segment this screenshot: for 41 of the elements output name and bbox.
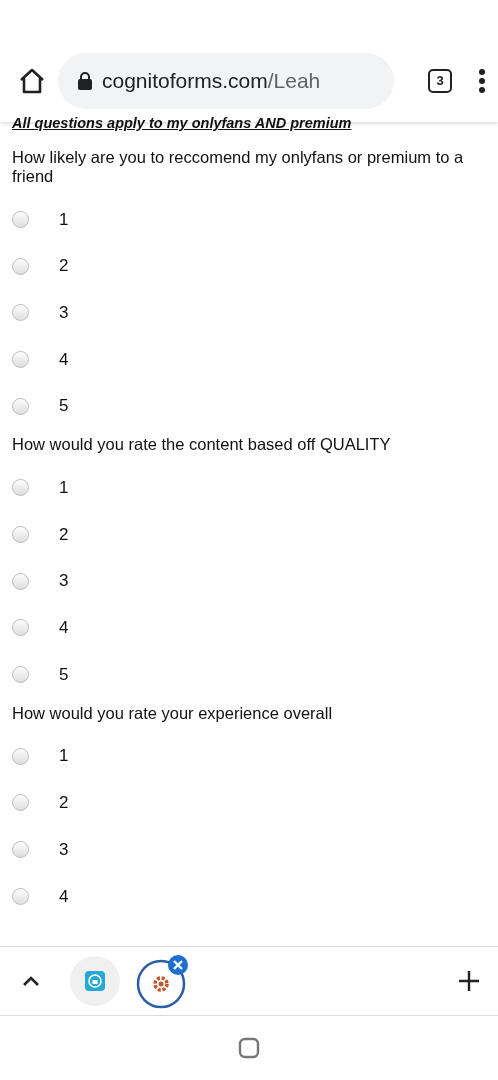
option-label: 2 [59, 792, 69, 815]
option-label: 5 [59, 663, 69, 686]
radio-button[interactable] [12, 572, 29, 590]
lock-icon [78, 72, 92, 90]
home-icon[interactable] [18, 67, 46, 95]
option-label: 1 [59, 477, 69, 500]
radio-button[interactable] [12, 619, 29, 637]
radio-button[interactable] [12, 747, 29, 765]
radio-button[interactable] [12, 841, 29, 859]
address-bar[interactable]: cognitoforms.com/Leah [58, 53, 394, 109]
radio-button[interactable] [12, 210, 29, 228]
option-label: 4 [59, 348, 69, 371]
radio-button[interactable] [12, 666, 29, 684]
option-label: 4 [59, 617, 69, 640]
question-text: How would you rate the content based off QUALITY [12, 434, 392, 456]
plus-icon[interactable] [458, 970, 480, 992]
menu-icon[interactable] [478, 68, 486, 94]
option-label: 2 [59, 255, 69, 278]
home-button-icon[interactable] [238, 1037, 260, 1059]
option-label: 5 [59, 395, 69, 418]
radio-button[interactable] [12, 257, 29, 275]
option-label: 4 [59, 885, 69, 908]
radio-button[interactable] [12, 525, 29, 543]
option-label: 2 [59, 523, 69, 546]
option-label: 3 [59, 301, 69, 324]
option-label: 1 [59, 208, 69, 231]
tab-thumbnail-icon[interactable] [70, 956, 120, 1006]
radio-button[interactable] [12, 887, 29, 905]
question-text: How likely are you to reccomend my onlyfans or premium to a friend [12, 147, 465, 187]
radio-button[interactable] [12, 397, 29, 415]
radio-button[interactable] [12, 479, 29, 497]
option-label: 1 [59, 745, 69, 768]
radio-button[interactable] [12, 794, 29, 812]
radio-button[interactable] [12, 350, 29, 368]
tab-count[interactable]: 3 [428, 69, 452, 93]
option-label: 3 [59, 570, 69, 593]
question-text: How would you rate your experience overall [12, 702, 334, 724]
form-heading: All questions apply to my onlyfans AND premium [12, 114, 353, 132]
chevron-up-icon[interactable] [22, 975, 40, 987]
option-label: 3 [59, 838, 69, 861]
radio-button[interactable] [12, 304, 29, 322]
